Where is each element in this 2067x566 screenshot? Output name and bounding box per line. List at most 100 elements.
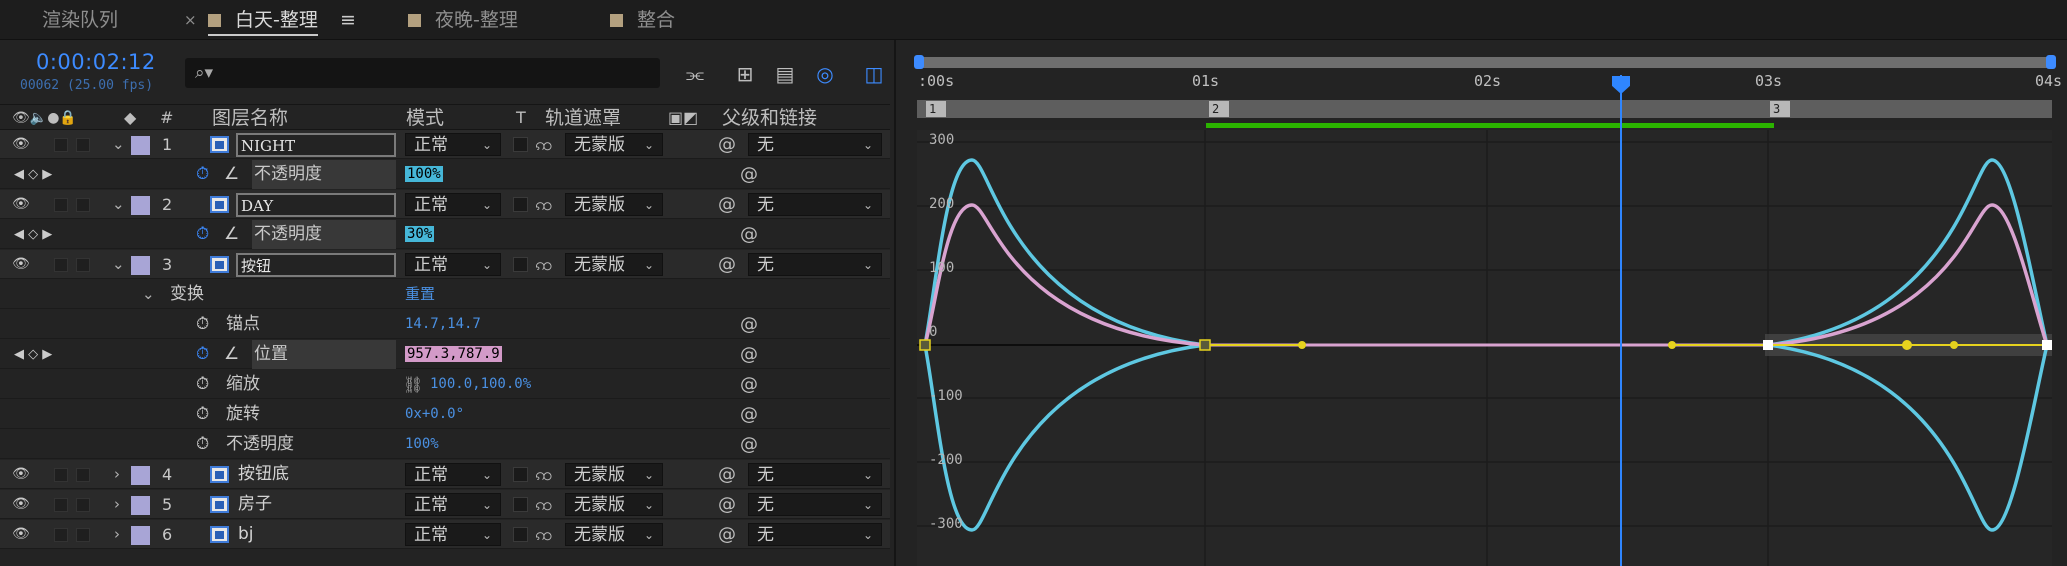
graph-toggle-icon[interactable]: ∠ [224, 220, 239, 249]
layer-search-input[interactable]: ⌕▾ [185, 58, 660, 88]
parent-dropdown[interactable]: 无 ⌄ [748, 253, 882, 276]
pickwhip-icon[interactable]: @ [740, 430, 758, 459]
label-color-swatch[interactable] [131, 256, 150, 275]
rotation-value[interactable]: 0x+0.0° [405, 400, 464, 429]
comp-marker[interactable]: 1 [926, 101, 946, 117]
chevron-right-icon[interactable]: › [114, 520, 120, 549]
graph-editor-icon[interactable]: ◫ [862, 62, 886, 86]
label-color-swatch[interactable] [131, 196, 150, 215]
tab-day-comp[interactable]: 白天-整理 [208, 0, 318, 40]
stopwatch-icon[interactable]: ⏱ [196, 430, 209, 459]
keyframe-point[interactable] [1199, 339, 1211, 351]
comp-marker[interactable]: 2 [1209, 101, 1229, 117]
column-parent-link[interactable]: 父级和链接 [722, 105, 817, 131]
visibility-eye-icon[interactable]: 👁 [12, 520, 30, 549]
label-color-swatch[interactable] [131, 466, 150, 485]
comp-flowchart-icon[interactable]: ⫘ [683, 62, 707, 86]
parent-dropdown[interactable]: 无 ⌄ [748, 493, 882, 516]
keyframe-point-selected[interactable] [2042, 340, 2052, 350]
preserve-transparency-checkbox[interactable] [513, 197, 528, 212]
anchor-value[interactable]: 14.7,14.7 [405, 310, 481, 339]
lock-toggle[interactable] [76, 468, 90, 482]
parent-dropdown[interactable]: 无 ⌄ [748, 463, 882, 486]
pickwhip-icon[interactable]: @ [740, 310, 758, 339]
preserve-transparency-checkbox[interactable] [513, 497, 528, 512]
preserve-transparency-checkbox[interactable] [513, 137, 528, 152]
matte-link-icon[interactable]: ꩡ [535, 190, 552, 219]
mode-dropdown[interactable]: 正常 ⌄ [405, 193, 501, 216]
solo-toggle[interactable] [54, 468, 68, 482]
chevron-down-icon[interactable]: ⌄ [112, 130, 125, 159]
graph-toggle-icon[interactable]: ∠ [224, 340, 239, 369]
visibility-eye-icon[interactable]: 👁 [12, 490, 30, 519]
keyframe-point[interactable] [919, 339, 931, 351]
layer-name[interactable]: bj [238, 520, 254, 549]
hide-shy-layers-icon[interactable]: ▤ [773, 62, 797, 86]
matte-link-icon[interactable]: ꩡ [535, 460, 552, 489]
comp-marker[interactable]: 3 [1770, 101, 1790, 117]
stopwatch-icon[interactable]: ⏱ [196, 160, 209, 189]
layer-row[interactable]: 👁 ⌄ 2 DAY 正常 ⌄ ꩡ 无蒙版 ⌄ @ 无 ⌄ [0, 190, 890, 219]
matte-link-icon[interactable]: ꩡ [535, 490, 552, 519]
matte-link-icon[interactable]: ꩡ [535, 130, 552, 159]
pickwhip-icon[interactable]: @ [740, 370, 758, 399]
marker-bar[interactable] [917, 100, 2052, 118]
time-navigator-bar[interactable] [917, 57, 2052, 68]
tab-render-queue[interactable]: 渲染队列 [42, 0, 118, 40]
visibility-eye-icon[interactable]: 👁 [12, 190, 30, 219]
tab-night-comp[interactable]: 夜晚-整理 [408, 0, 518, 40]
opacity-value[interactable]: 100% [405, 430, 439, 459]
label-color-swatch[interactable] [131, 526, 150, 545]
frame-blending-icon[interactable]: ◎ [813, 62, 837, 86]
visibility-eye-icon[interactable]: 👁 [12, 250, 30, 279]
matte-dropdown[interactable]: 无蒙版 ⌄ [565, 133, 663, 156]
position-value[interactable]: 957.3,787.9 [405, 346, 502, 362]
stopwatch-icon[interactable]: ⏱ [196, 310, 209, 339]
mode-dropdown[interactable]: 正常 ⌄ [405, 523, 501, 546]
matte-link-icon[interactable]: ꩡ [535, 250, 552, 279]
time-navigator-start-handle[interactable] [914, 55, 924, 69]
parent-dropdown[interactable]: 无 ⌄ [748, 193, 882, 216]
graph-canvas[interactable] [917, 130, 2052, 566]
matte-dropdown[interactable]: 无蒙版 ⌄ [565, 493, 663, 516]
chevron-down-icon[interactable]: ⌄ [112, 190, 125, 219]
preserve-transparency-checkbox[interactable] [513, 527, 528, 542]
pickwhip-icon[interactable]: @ [718, 490, 736, 519]
current-timecode[interactable]: 0:00:02:12 [36, 50, 156, 74]
pickwhip-icon[interactable]: @ [740, 160, 758, 189]
opacity-value[interactable]: 30% [405, 226, 435, 242]
reset-transform-link[interactable]: 重置 [405, 280, 435, 309]
playhead-line[interactable] [1620, 75, 1622, 566]
layer-row[interactable]: 👁 › 5 房子 正常 ⌄ ꩡ 无蒙版 ⌄ @ 无 ⌄ [0, 490, 890, 519]
pickwhip-icon[interactable]: @ [718, 130, 736, 159]
layer-name[interactable]: 按钮底 [238, 460, 289, 489]
stopwatch-icon[interactable]: ⏱ [196, 220, 209, 249]
label-color-swatch[interactable] [131, 136, 150, 155]
graph-editor[interactable]: 300 200 100 0 -100 -200 -300 [917, 130, 2052, 566]
constrain-proportions-icon[interactable]: ⛓ [403, 370, 423, 399]
solo-toggle[interactable] [54, 138, 68, 152]
mode-dropdown[interactable]: 正常 ⌄ [405, 463, 501, 486]
visibility-eye-icon[interactable]: 👁 [12, 460, 30, 489]
mode-dropdown[interactable]: 正常 ⌄ [405, 253, 501, 276]
time-navigator-end-handle[interactable] [2046, 55, 2056, 69]
pickwhip-icon[interactable]: @ [740, 340, 758, 369]
preserve-transparency-checkbox[interactable] [513, 257, 528, 272]
scale-value[interactable]: 100.0,100.0% [430, 370, 531, 399]
mode-dropdown[interactable]: 正常 ⌄ [405, 133, 501, 156]
layer-name[interactable]: 按钮 [236, 253, 396, 277]
layer-name[interactable]: NIGHT [236, 133, 396, 157]
matte-dropdown[interactable]: 无蒙版 ⌄ [565, 253, 663, 276]
bezier-handle[interactable] [1668, 341, 1676, 349]
pickwhip-icon[interactable]: @ [718, 190, 736, 219]
graph-toggle-icon[interactable]: ∠ [224, 160, 239, 189]
solo-toggle[interactable] [54, 258, 68, 272]
matte-dropdown[interactable]: 无蒙版 ⌄ [565, 523, 663, 546]
column-mode[interactable]: 模式 [406, 105, 444, 131]
work-area-bar[interactable] [1206, 123, 1774, 128]
bezier-handle[interactable] [1298, 341, 1306, 349]
visibility-eye-icon[interactable]: 👁 [12, 130, 30, 159]
solo-toggle[interactable] [54, 528, 68, 542]
solo-toggle[interactable] [54, 498, 68, 512]
matte-link-icon[interactable]: ꩡ [535, 520, 552, 549]
